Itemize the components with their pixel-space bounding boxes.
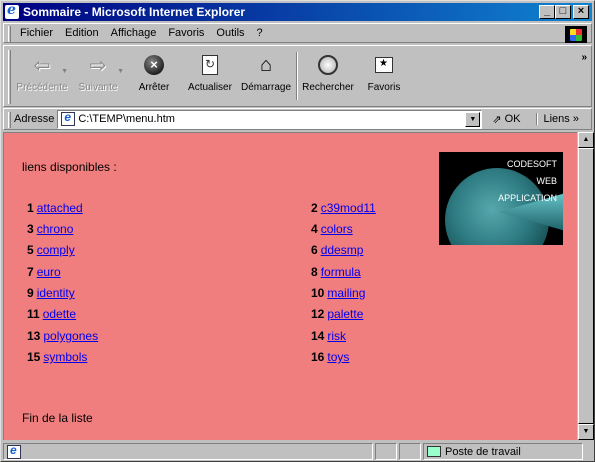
list-item: 9 identity bbox=[27, 286, 75, 300]
list-item: 16 toys bbox=[311, 350, 350, 364]
list-item: 14 risk bbox=[311, 329, 347, 343]
link-euro[interactable]: euro bbox=[37, 265, 61, 279]
home-button[interactable]: ⌂ Démarrage bbox=[238, 52, 294, 102]
codesoft-logo: CODESOFT WEB APPLICATION bbox=[439, 152, 563, 245]
home-icon: ⌂ bbox=[259, 54, 273, 76]
list-item: 13 polygones bbox=[27, 329, 99, 343]
status-security-pane bbox=[399, 443, 421, 460]
address-dropdown-button[interactable]: ▼ bbox=[465, 111, 481, 127]
favorites-icon bbox=[375, 57, 393, 73]
page-icon bbox=[61, 110, 76, 126]
list-item: 5 comply bbox=[27, 243, 75, 257]
status-text-pane bbox=[3, 443, 373, 460]
list-item: 15 symbols bbox=[27, 350, 88, 364]
computer-icon bbox=[427, 446, 441, 457]
menu-fichier[interactable]: Fichier bbox=[14, 27, 59, 39]
link-colors[interactable]: colors bbox=[321, 222, 353, 236]
link-risk[interactable]: risk bbox=[327, 329, 346, 343]
link-formula[interactable]: formula bbox=[321, 265, 361, 279]
ie-icon[interactable] bbox=[5, 2, 19, 19]
list-item: 7 euro bbox=[27, 265, 61, 279]
address-field[interactable]: ▼ bbox=[57, 109, 483, 129]
page-heading: liens disponibles : bbox=[22, 160, 117, 174]
link-attached[interactable]: attached bbox=[37, 201, 83, 215]
back-arrow-icon: ⇦ bbox=[33, 54, 51, 77]
go-arrow-icon: ⇗ bbox=[492, 113, 502, 126]
menu-edition[interactable]: Edition bbox=[59, 27, 105, 39]
status-bar: Poste de travail bbox=[3, 442, 592, 461]
go-button[interactable]: ⇗ OK bbox=[492, 113, 520, 126]
standard-toolbar: ⇦ Précédente ▼ ⇨ Suivante ▼ × Arrêter Ac… bbox=[3, 45, 592, 107]
close-button[interactable]: × bbox=[573, 5, 589, 19]
maximize-button[interactable]: □ bbox=[555, 5, 571, 19]
vertical-scrollbar[interactable]: ▲ ▼ bbox=[578, 132, 594, 440]
menu-bar-grip[interactable] bbox=[8, 26, 11, 42]
minimize-button[interactable]: _ bbox=[539, 5, 555, 19]
link-mailing[interactable]: mailing bbox=[327, 286, 365, 300]
toolbar-more-button[interactable]: » bbox=[581, 52, 587, 63]
title-bar[interactable]: Sommaire - Microsoft Internet Explorer _… bbox=[3, 2, 592, 21]
address-input[interactable] bbox=[78, 113, 459, 125]
address-label: Adresse bbox=[14, 113, 55, 125]
refresh-icon bbox=[202, 55, 218, 75]
forward-button[interactable]: ⇨ Suivante ▼ bbox=[70, 52, 126, 102]
link-odette[interactable]: odette bbox=[43, 307, 76, 321]
link-ddesmp[interactable]: ddesmp bbox=[321, 243, 364, 257]
link-comply[interactable]: comply bbox=[37, 243, 75, 257]
list-item: 4 colors bbox=[311, 222, 353, 236]
link-c39mod11[interactable]: c39mod11 bbox=[321, 201, 376, 215]
link-polygones[interactable]: polygones bbox=[43, 329, 98, 343]
menu-bar: Fichier Edition Affichage Favoris Outils… bbox=[3, 23, 592, 43]
back-dropdown-icon[interactable]: ▼ bbox=[61, 68, 68, 75]
link-identity[interactable]: identity bbox=[37, 286, 75, 300]
list-item: 3 chrono bbox=[27, 222, 74, 236]
stop-icon: × bbox=[144, 55, 164, 75]
search-globe-icon bbox=[318, 55, 338, 75]
ie-status-icon bbox=[7, 443, 21, 459]
stop-button[interactable]: × Arrêter bbox=[126, 52, 182, 102]
toolbar-grip[interactable] bbox=[8, 50, 11, 104]
address-bar: Adresse ▼ ⇗ OK Liens » bbox=[3, 108, 592, 130]
windows-logo-icon bbox=[565, 26, 587, 43]
links-button[interactable]: Liens » bbox=[536, 113, 579, 125]
back-button[interactable]: ⇦ Précédente ▼ bbox=[14, 52, 70, 102]
link-chrono[interactable]: chrono bbox=[37, 222, 74, 236]
list-item: 12 palette bbox=[311, 307, 364, 321]
search-button[interactable]: Rechercher bbox=[300, 52, 356, 102]
page-footer-text: Fin de la liste bbox=[22, 411, 93, 425]
scroll-up-button[interactable]: ▲ bbox=[578, 132, 594, 148]
status-zone-pane: Poste de travail bbox=[423, 443, 583, 460]
forward-dropdown-icon[interactable]: ▼ bbox=[117, 68, 124, 75]
scroll-down-button[interactable]: ▼ bbox=[578, 424, 594, 440]
menu-affichage[interactable]: Affichage bbox=[105, 27, 163, 39]
toolbar-separator bbox=[296, 52, 298, 100]
logo-text: CODESOFT WEB APPLICATION bbox=[498, 159, 557, 203]
link-palette[interactable]: palette bbox=[327, 307, 363, 321]
list-item: 11 odette bbox=[27, 307, 77, 321]
list-item: 1 attached bbox=[27, 201, 83, 215]
address-bar-grip[interactable] bbox=[8, 112, 11, 128]
status-progress-pane bbox=[375, 443, 397, 460]
list-item: 10 mailing bbox=[311, 286, 366, 300]
list-item: 8 formula bbox=[311, 265, 361, 279]
page-content: liens disponibles : 1 attached 2 c39mod11 … bbox=[3, 132, 577, 440]
list-item: 2 c39mod11 bbox=[311, 201, 376, 215]
window-title: Sommaire - Microsoft Internet Explorer bbox=[23, 5, 246, 19]
favorites-button[interactable]: Favoris bbox=[356, 52, 412, 102]
link-toys[interactable]: toys bbox=[327, 350, 349, 364]
link-symbols[interactable]: symbols bbox=[43, 350, 87, 364]
menu-outils[interactable]: Outils bbox=[210, 27, 250, 39]
browser-window: Sommaire - Microsoft Internet Explorer _… bbox=[0, 0, 595, 462]
menu-favoris[interactable]: Favoris bbox=[162, 27, 210, 39]
refresh-button[interactable]: Actualiser bbox=[182, 52, 238, 102]
forward-arrow-icon: ⇨ bbox=[89, 54, 107, 77]
list-item: 6 ddesmp bbox=[311, 243, 364, 257]
menu-help[interactable]: ? bbox=[251, 27, 269, 39]
scroll-thumb[interactable] bbox=[578, 148, 594, 424]
